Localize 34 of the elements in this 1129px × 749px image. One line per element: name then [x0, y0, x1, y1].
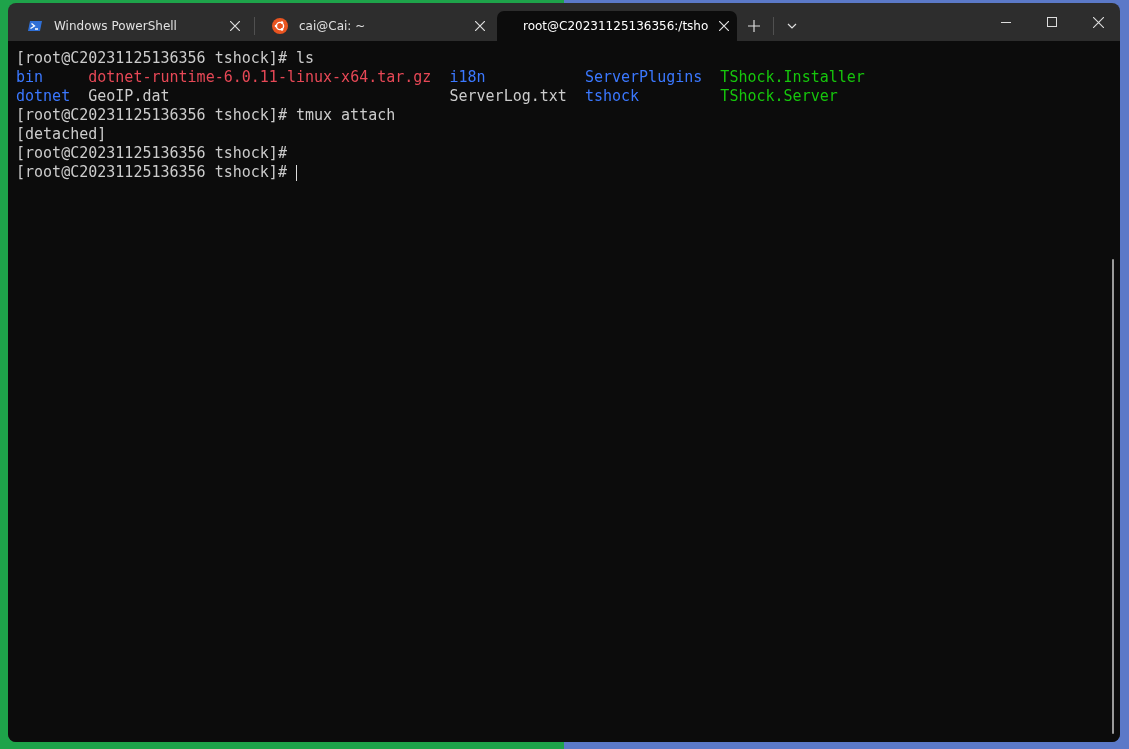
file-name: ServerPlugins	[584, 68, 703, 87]
terminal-tab[interactable]: root@C20231125136356:/tsho	[497, 11, 737, 41]
minimize-icon[interactable]	[1001, 21, 1011, 23]
maximize-icon[interactable]	[1047, 17, 1057, 27]
shell-command: tmux attach	[295, 106, 396, 125]
terminal-tab[interactable]: cai@Cai: ~	[257, 11, 497, 41]
file-name: tshock	[584, 87, 640, 106]
shell-prompt: [root@C20231125136356 tshock]#	[16, 106, 287, 125]
shell-prompt: [root@C20231125136356 tshock]#	[16, 144, 287, 163]
ubuntu-icon	[272, 18, 288, 34]
file-name: ServerLog.txt	[449, 87, 567, 106]
close-icon[interactable]	[1093, 16, 1104, 28]
new-tab-icon[interactable]	[748, 20, 760, 32]
shell-prompt: [root@C20231125136356 tshock]#	[16, 49, 287, 68]
command-output: [detached]	[16, 125, 107, 144]
file-name: dotnet-runtime-6.0.11-linux-x64.tar.gz	[88, 68, 432, 87]
shell-prompt: [root@C20231125136356 tshock]#	[16, 163, 287, 182]
tab-title: root@C20231125136356:/tsho	[523, 19, 709, 33]
scrollbar-thumb[interactable]	[1112, 259, 1114, 734]
dropdown-icon[interactable]	[787, 23, 797, 29]
shell-command: ls	[295, 49, 314, 68]
close-icon[interactable]	[475, 21, 485, 31]
close-icon[interactable]	[230, 21, 240, 31]
file-name: TShock.Server	[720, 87, 838, 106]
close-icon[interactable]	[719, 21, 730, 31]
file-name: GeoIP.dat	[88, 87, 170, 106]
tab-title: cai@Cai: ~	[299, 19, 367, 33]
file-name: dotnet	[16, 87, 71, 106]
terminal-tab[interactable]: Windows PowerShell	[12, 11, 252, 41]
file-name: bin	[16, 68, 44, 87]
tab-title: Windows PowerShell	[54, 19, 178, 33]
file-name: TShock.Installer	[720, 68, 865, 87]
powershell-icon	[27, 18, 43, 34]
file-name: i18n	[449, 68, 486, 87]
